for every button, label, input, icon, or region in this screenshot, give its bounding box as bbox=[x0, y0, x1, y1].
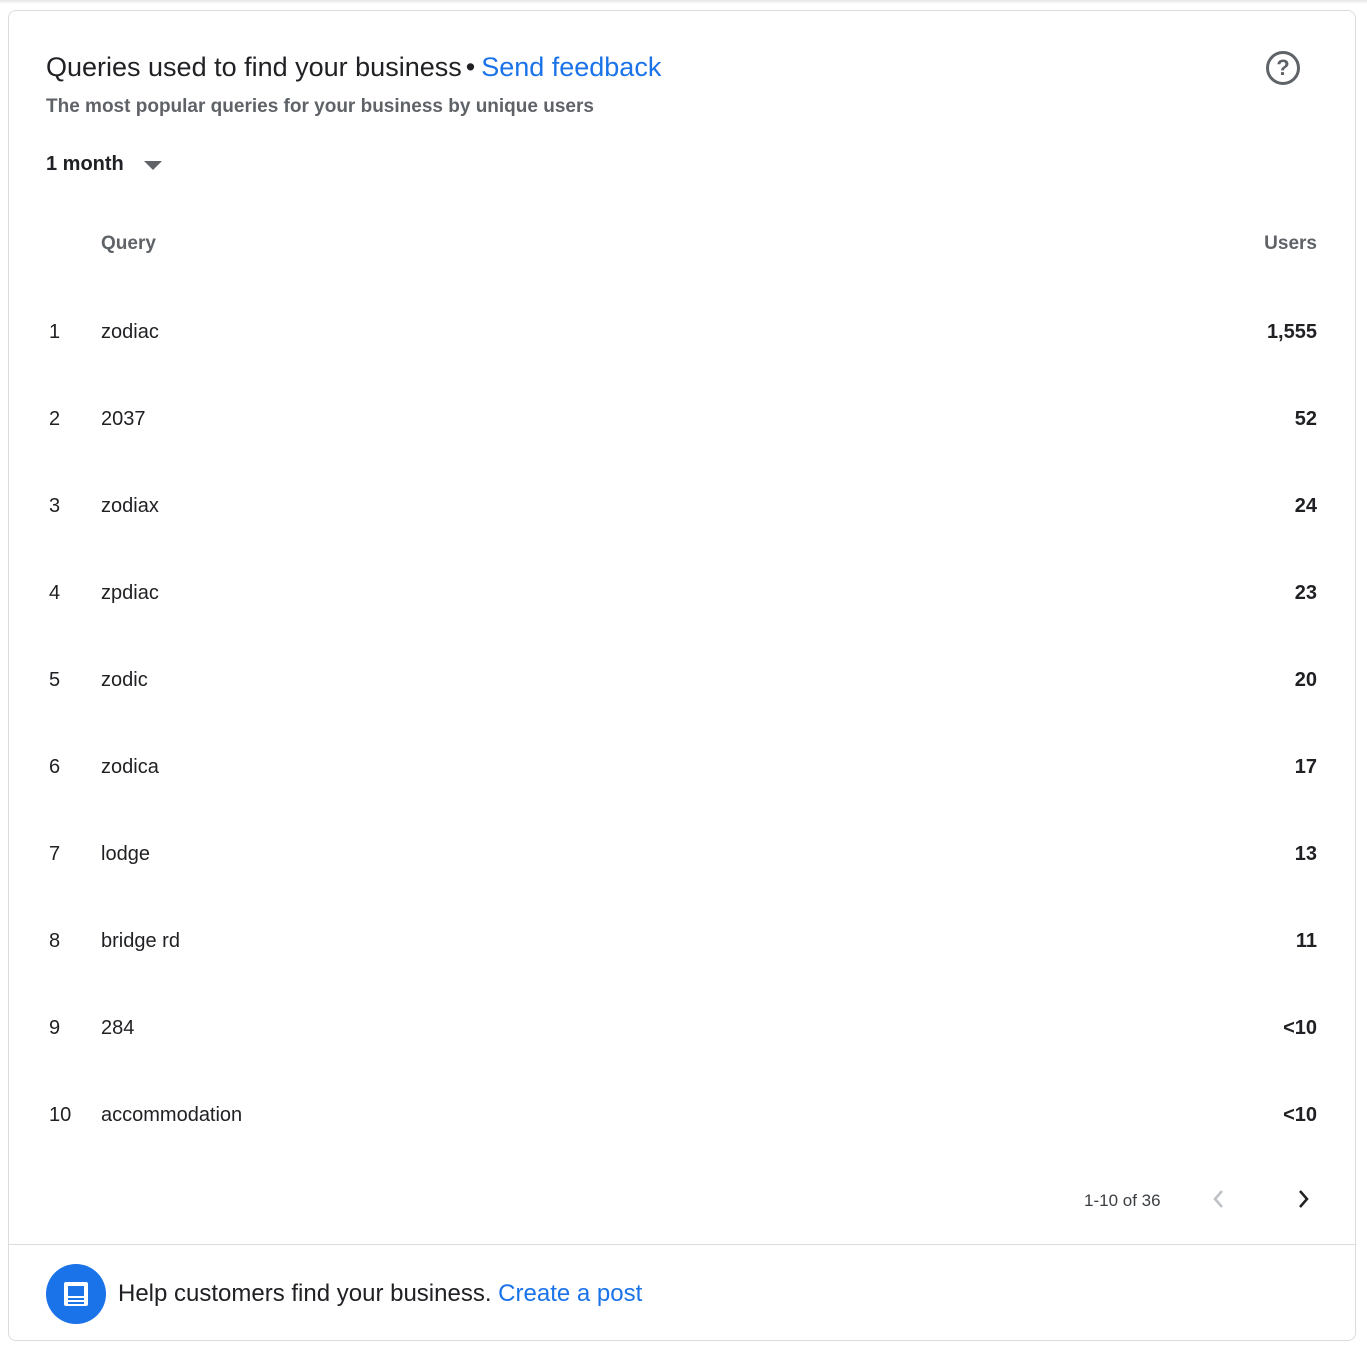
post-document-icon bbox=[64, 1282, 88, 1306]
row-query: zpdiac bbox=[101, 582, 159, 604]
row-query: accommodation bbox=[101, 1104, 243, 1126]
query-table-body: 1 zodiac 1,555 2 2037 52 3 zodiax 24 4 z… bbox=[9, 289, 1355, 1159]
row-rank: 10 bbox=[49, 1104, 72, 1126]
row-users: 23 bbox=[1294, 582, 1317, 604]
row-users: <10 bbox=[1283, 1104, 1317, 1126]
row-query: zodica bbox=[101, 756, 159, 778]
column-header-query: Query bbox=[101, 233, 156, 254]
row-users: 20 bbox=[1294, 669, 1317, 691]
help-circle-icon[interactable]: ? bbox=[1266, 51, 1300, 85]
post-icon bbox=[46, 1264, 106, 1324]
column-header-users: Users bbox=[1264, 233, 1317, 254]
table-row: 1 zodiac 1,555 bbox=[9, 289, 1355, 376]
row-users: 11 bbox=[1295, 930, 1317, 952]
top-shadow bbox=[0, 0, 1367, 4]
table-row: 10 accommodation <10 bbox=[9, 1072, 1355, 1159]
row-rank: 9 bbox=[49, 1017, 61, 1039]
title-separator: • bbox=[465, 52, 476, 82]
period-selected-value: 1 month bbox=[46, 153, 124, 175]
next-page-button[interactable] bbox=[1287, 1183, 1319, 1215]
footer-divider bbox=[9, 1244, 1355, 1245]
queries-card: Queries used to find your business • Send … bbox=[8, 10, 1356, 1341]
table-row: 2 2037 52 bbox=[9, 376, 1355, 463]
create-post-link[interactable]: Create a post bbox=[498, 1280, 642, 1307]
chevron-right-icon bbox=[1299, 1190, 1309, 1208]
row-users: 24 bbox=[1294, 495, 1317, 517]
row-users: 17 bbox=[1294, 756, 1317, 778]
pagination-range: 1-10 of 36 bbox=[1084, 1191, 1161, 1210]
row-rank: 2 bbox=[49, 408, 61, 430]
row-rank: 3 bbox=[49, 495, 61, 517]
card-title-text: Queries used to find your business bbox=[46, 52, 462, 82]
row-query: zodiac bbox=[101, 321, 159, 343]
row-rank: 8 bbox=[49, 930, 61, 952]
table-row: 9 284 <10 bbox=[9, 985, 1355, 1072]
row-users: <10 bbox=[1283, 1017, 1317, 1039]
row-query: zodiax bbox=[101, 495, 159, 517]
table-row: 5 zodic 20 bbox=[9, 637, 1355, 724]
row-users: 13 bbox=[1294, 843, 1317, 865]
table-row: 3 zodiax 24 bbox=[9, 463, 1355, 550]
chevron-left-icon bbox=[1213, 1190, 1223, 1208]
row-query: 2037 bbox=[101, 408, 146, 430]
caret-down-icon bbox=[143, 160, 162, 170]
row-rank: 7 bbox=[49, 843, 61, 865]
row-users: 1,555 bbox=[1266, 321, 1317, 343]
card-subtitle: The most popular queries for your busine… bbox=[46, 96, 594, 117]
table-row: 6 zodica 17 bbox=[9, 724, 1355, 811]
table-row: 4 zpdiac 23 bbox=[9, 550, 1355, 637]
card-title: Queries used to find your business • Send … bbox=[46, 49, 661, 85]
previous-page-button[interactable] bbox=[1203, 1183, 1235, 1215]
row-rank: 6 bbox=[49, 756, 61, 778]
send-feedback-link[interactable]: Send feedback bbox=[481, 52, 661, 82]
row-query: bridge rd bbox=[101, 930, 180, 952]
table-row: 8 bridge rd 11 bbox=[9, 898, 1355, 985]
row-query: 284 bbox=[101, 1017, 135, 1039]
row-rank: 1 bbox=[49, 321, 61, 343]
row-rank: 4 bbox=[49, 582, 61, 604]
footer-message-text: Help customers find your business. bbox=[118, 1280, 492, 1307]
period-dropdown[interactable]: 1 month bbox=[46, 151, 162, 177]
row-query: zodic bbox=[101, 669, 148, 691]
footer-message: Help customers find your business. Creat… bbox=[118, 1279, 642, 1309]
table-row: 7 lodge 13 bbox=[9, 811, 1355, 898]
row-query: lodge bbox=[101, 843, 150, 865]
row-users: 52 bbox=[1294, 408, 1317, 430]
row-rank: 5 bbox=[49, 669, 61, 691]
